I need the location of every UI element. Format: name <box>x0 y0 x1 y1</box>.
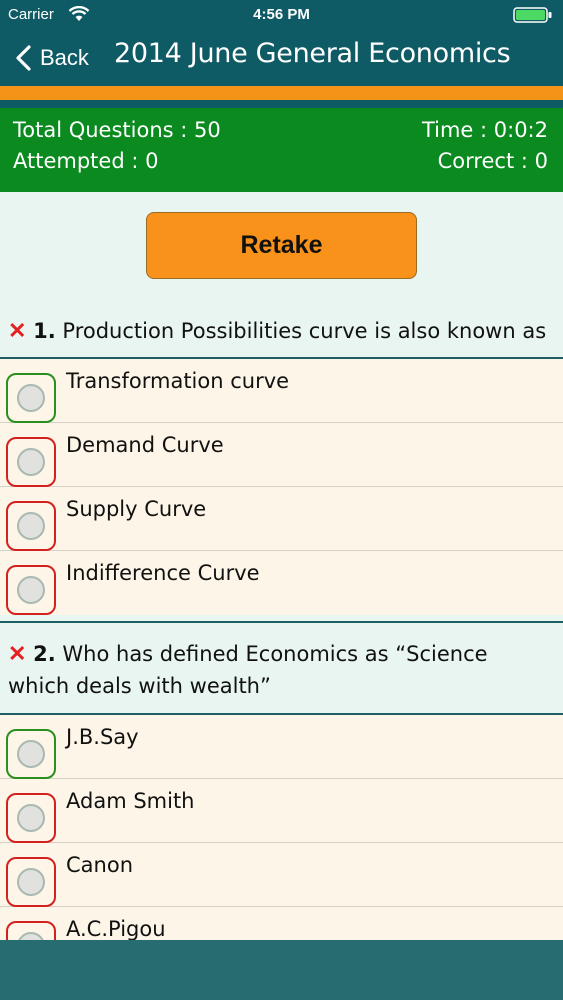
accent-divider <box>0 86 563 100</box>
radio-button[interactable] <box>6 565 56 615</box>
option-label: Demand Curve <box>66 433 224 457</box>
battery-icon <box>513 7 552 23</box>
nav-bar: Back 2014 June General Economics <box>0 30 563 86</box>
header-divider <box>0 100 563 108</box>
correct-count: Correct : 0 <box>437 149 548 173</box>
option-label: Canon <box>66 853 133 877</box>
option-label: Transformation curve <box>66 369 290 393</box>
radio-button[interactable] <box>6 793 56 843</box>
clock: 4:56 PM <box>253 6 310 23</box>
option-label: Supply Curve <box>66 497 207 521</box>
back-label: Back <box>40 45 89 70</box>
option-demand-curve[interactable]: Demand Curve <box>0 423 563 487</box>
radio-button[interactable] <box>6 501 56 551</box>
wrong-mark-icon: ✕ <box>8 318 27 343</box>
radio-button[interactable] <box>6 373 56 423</box>
elapsed-time: Time : 0:0:2 <box>421 118 548 142</box>
question-1: ✕ 1. Production Possibilities curve is a… <box>0 316 563 358</box>
bottom-bar <box>0 940 563 1000</box>
score-summary: Total Questions : 50 Attempted : 0 Time … <box>0 108 563 192</box>
radio-button[interactable] <box>6 857 56 907</box>
radio-button[interactable] <box>6 729 56 779</box>
option-canon[interactable]: Canon <box>0 843 563 907</box>
option-indifference-curve[interactable]: Indifference Curve <box>0 551 563 615</box>
question-number: 2. <box>33 642 56 666</box>
question-2: ✕ 2. Who has defined Economics as “Scien… <box>0 623 563 713</box>
radio-button[interactable] <box>6 437 56 487</box>
question-number: 1. <box>33 319 56 343</box>
option-jb-say[interactable]: J.B.Say <box>0 715 563 779</box>
question-text: Production Possibilities curve is also k… <box>62 319 547 343</box>
option-supply-curve[interactable]: Supply Curve <box>0 487 563 551</box>
total-questions: Total Questions : 50 <box>13 118 221 142</box>
chevron-left-icon <box>16 45 31 71</box>
retake-button[interactable]: Retake <box>146 212 417 279</box>
page-title: 2014 June General Economics <box>114 38 511 69</box>
option-label: A.C.Pigou <box>66 917 166 941</box>
option-label: J.B.Say <box>66 725 139 749</box>
wrong-mark-icon: ✕ <box>8 641 27 666</box>
status-bar: Carrier 4:56 PM <box>0 0 563 30</box>
option-label: Indifference Curve <box>66 561 260 585</box>
option-adam-smith[interactable]: Adam Smith <box>0 779 563 843</box>
option-label: Adam Smith <box>66 789 195 813</box>
question-text: Who has defined Economics as “Science <box>62 642 488 666</box>
option-transformation-curve[interactable]: Transformation curve <box>0 359 563 423</box>
question-text-continued: which deals with wealth” <box>8 674 271 698</box>
back-button[interactable]: Back <box>14 42 89 74</box>
attempted-count: Attempted : 0 <box>13 149 159 173</box>
